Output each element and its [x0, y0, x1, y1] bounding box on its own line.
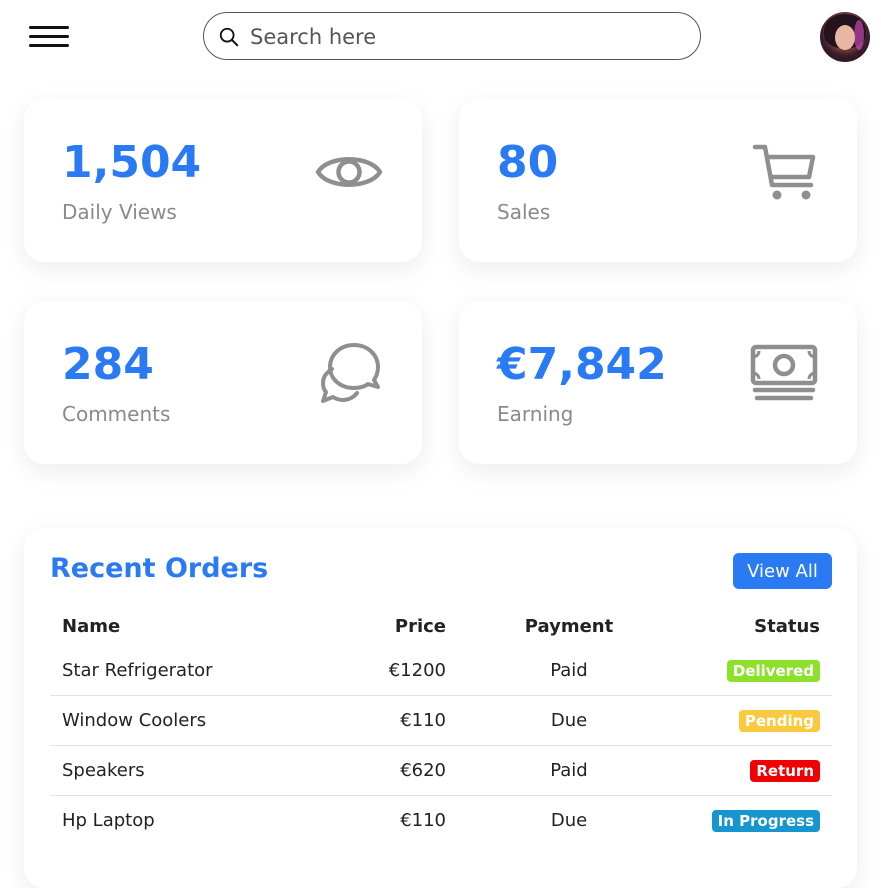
order-price: €110: [334, 695, 458, 746]
eye-icon: [315, 157, 383, 187]
order-payment: Due: [458, 695, 680, 746]
search-icon[interactable]: [218, 26, 240, 48]
table-row[interactable]: Window Coolers €110 Due Pending: [50, 695, 832, 746]
menu-line: [29, 26, 69, 29]
cash-icon: [750, 344, 818, 401]
menu-line: [29, 44, 69, 47]
table-header-row: Name Price Payment Status: [50, 606, 832, 646]
order-payment: Paid: [458, 745, 680, 796]
avatar-glow: [854, 20, 864, 50]
card-value: 1,504: [62, 137, 202, 188]
cart-icon: [752, 144, 816, 200]
table-row[interactable]: Speakers €620 Paid Return: [50, 745, 832, 796]
card-daily-views[interactable]: 1,504 Daily Views: [24, 99, 422, 262]
table-row[interactable]: Star Refrigerator €1200 Paid Delivered: [50, 646, 832, 696]
table-row[interactable]: Hp Laptop €110 Due In Progress: [50, 796, 832, 846]
chat-bubbles-icon: [321, 343, 380, 403]
column-header-name[interactable]: Name: [50, 606, 334, 646]
avatar-face: [835, 25, 855, 50]
recent-orders-title: Recent Orders: [50, 553, 269, 584]
order-status-cell: Delivered: [680, 646, 832, 696]
search-bar: [203, 12, 701, 60]
column-header-payment[interactable]: Payment: [458, 606, 680, 646]
order-status-cell: Pending: [680, 695, 832, 746]
search-input[interactable]: [248, 19, 672, 55]
status-badge: In Progress: [711, 809, 820, 832]
order-price: €110: [400, 810, 446, 831]
card-earning[interactable]: €7,842 Earning: [459, 301, 857, 464]
top-bar: [0, 0, 881, 75]
card-label: Daily Views: [62, 200, 177, 224]
column-header-price[interactable]: Price: [334, 606, 458, 646]
card-label: Earning: [497, 402, 574, 426]
card-value: 80: [497, 137, 559, 188]
status-badge: Return: [750, 759, 820, 782]
user-avatar[interactable]: [820, 12, 870, 62]
order-name: Window Coolers: [50, 695, 334, 746]
order-status-cell: In Progress: [680, 796, 832, 846]
status-badge: Delivered: [726, 659, 820, 682]
order-name: Speakers: [50, 745, 334, 796]
card-label: Comments: [62, 402, 171, 426]
recent-orders-panel: Recent Orders View All Name Price Paymen…: [24, 528, 857, 888]
view-all-button[interactable]: View All: [733, 553, 832, 589]
order-price: €620: [334, 745, 458, 796]
card-comments[interactable]: 284 Comments: [24, 301, 422, 464]
card-label: Sales: [497, 200, 551, 224]
orders-table: Name Price Payment Status Star Refrigera…: [50, 606, 832, 845]
order-status-cell: Return: [680, 745, 832, 796]
order-price: €1200: [334, 646, 458, 696]
order-name: Star Refrigerator: [50, 646, 334, 696]
menu-line: [29, 35, 69, 38]
order-payment: Due: [550, 810, 588, 831]
column-header-status[interactable]: Status: [680, 606, 832, 646]
order-payment: Paid: [458, 646, 680, 696]
card-value: €7,842: [497, 339, 667, 390]
hamburger-menu-icon[interactable]: [29, 24, 69, 50]
card-value: 284: [62, 339, 154, 390]
status-badge: Pending: [738, 709, 820, 732]
card-sales[interactable]: 80 Sales: [459, 99, 857, 262]
order-name: Hp Laptop: [62, 810, 155, 831]
